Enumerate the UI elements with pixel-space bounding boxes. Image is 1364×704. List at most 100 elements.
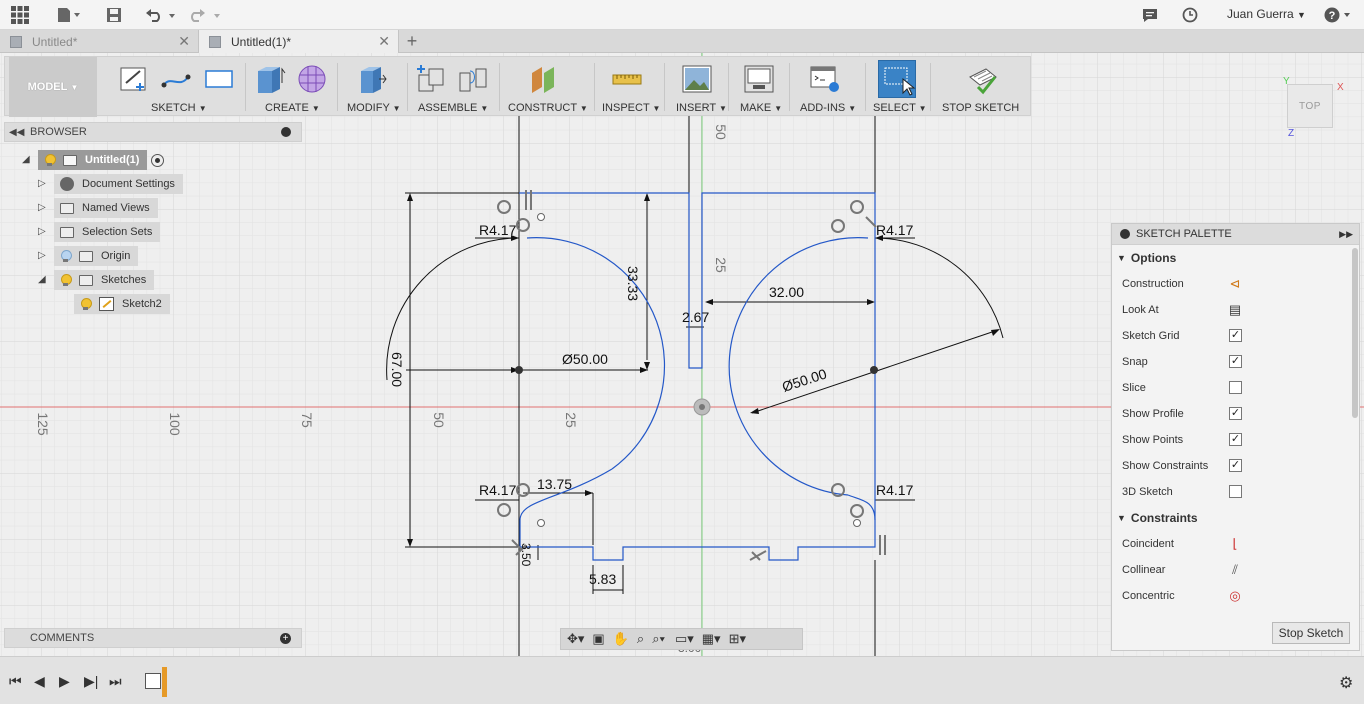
concentric-icon[interactable]: ◎ xyxy=(1227,588,1243,604)
redo-icon[interactable] xyxy=(188,5,222,25)
construction-icon[interactable]: ⊲ xyxy=(1227,276,1243,292)
palette-header[interactable]: SKETCH PALETTE ▶▶ xyxy=(1112,224,1359,245)
clock-icon[interactable] xyxy=(1180,5,1200,25)
rectangle-icon[interactable] xyxy=(203,63,235,95)
gear-icon[interactable]: ⚙ xyxy=(1339,673,1353,693)
close-icon[interactable]: ✕ xyxy=(378,33,390,50)
extrude-icon[interactable] xyxy=(254,63,286,95)
step-forward-icon[interactable]: ▶| xyxy=(84,673,98,690)
workspace-switcher[interactable]: MODEL ▼ xyxy=(9,57,97,117)
timeline-marker[interactable] xyxy=(162,667,167,697)
sketch-grid-checkbox[interactable]: ✓ xyxy=(1229,329,1242,342)
chat-icon[interactable] xyxy=(1140,5,1160,25)
create-sketch-icon[interactable] xyxy=(118,63,150,95)
look-at-icon[interactable]: ▤ xyxy=(1227,302,1243,318)
show-points-checkbox[interactable]: ✓ xyxy=(1229,433,1242,446)
tree-root[interactable]: ◢ Untitled(1) xyxy=(22,150,165,170)
tree-item-named-views[interactable]: ▷ Named Views xyxy=(38,198,158,218)
collapsed-icon[interactable]: ▷ xyxy=(38,226,48,238)
constraint-concentric[interactable]: Concentric ◎ xyxy=(1112,583,1359,609)
modify-menu[interactable]: MODIFY ▼ xyxy=(347,102,401,114)
timeline-sketch-icon[interactable] xyxy=(145,673,161,689)
viewports-icon[interactable]: ⊞▾ xyxy=(729,631,746,647)
minus-icon[interactable] xyxy=(1120,229,1130,239)
constraint-coincident[interactable]: Coincident ⌊ xyxy=(1112,531,1359,557)
undo-icon[interactable] xyxy=(143,5,177,25)
new-component-icon[interactable] xyxy=(415,63,447,95)
scripts-icon[interactable] xyxy=(809,63,841,95)
play-icon[interactable]: ▶ xyxy=(59,673,70,690)
file-icon[interactable] xyxy=(55,5,83,25)
add-comment-icon[interactable]: + xyxy=(280,633,291,644)
constraint-collinear[interactable]: Collinear ⫽ xyxy=(1112,557,1359,583)
collapsed-icon[interactable]: ▷ xyxy=(38,250,48,262)
stop-sketch-button[interactable]: Stop Sketch xyxy=(1272,622,1350,644)
show-constraints-checkbox[interactable]: ✓ xyxy=(1229,459,1242,472)
help-icon[interactable]: ? xyxy=(1323,5,1353,25)
assemble-menu[interactable]: ASSEMBLE ▼ xyxy=(418,102,488,114)
pan-icon[interactable]: ✋ xyxy=(613,631,629,647)
insert-menu[interactable]: INSERT ▼ xyxy=(676,102,727,114)
lightbulb-icon[interactable] xyxy=(80,297,92,311)
tab-untitled-1[interactable]: Untitled(1)* ✕ xyxy=(199,30,399,53)
construct-menu[interactable]: CONSTRUCT ▼ xyxy=(508,102,588,114)
expanded-icon[interactable]: ◢ xyxy=(22,154,32,166)
save-icon[interactable] xyxy=(104,5,124,25)
root-node[interactable]: Untitled(1) xyxy=(38,150,148,170)
measure-icon[interactable] xyxy=(611,63,643,95)
tree-item-selection-sets[interactable]: ▷ Selection Sets xyxy=(38,222,161,242)
zoom-icon[interactable]: ⌕ xyxy=(637,631,644,647)
form-icon[interactable] xyxy=(296,63,328,95)
offset-plane-icon[interactable] xyxy=(528,63,560,95)
tree-item-origin[interactable]: ▷ Origin xyxy=(38,246,139,266)
stop-sketch-icon[interactable] xyxy=(966,63,998,95)
constraints-section[interactable]: ▼ Constraints xyxy=(1112,505,1359,531)
lightbulb-icon[interactable] xyxy=(44,153,56,167)
step-back-icon[interactable]: ◀ xyxy=(34,673,45,690)
palette-scrollbar[interactable] xyxy=(1352,248,1358,418)
press-pull-icon[interactable] xyxy=(355,63,387,95)
stop-sketch-button[interactable]: STOP SKETCH xyxy=(942,102,1019,114)
close-icon[interactable]: ✕ xyxy=(178,33,190,50)
go-to-end-icon[interactable]: ⏭ xyxy=(109,673,122,690)
comments-panel-header[interactable]: COMMENTS + xyxy=(4,628,302,648)
inspect-menu[interactable]: INSPECT ▼ xyxy=(602,102,660,114)
tab-untitled[interactable]: Untitled* ✕ xyxy=(0,30,199,53)
show-profile-checkbox[interactable]: ✓ xyxy=(1229,407,1242,420)
look-at-icon[interactable]: ▣ xyxy=(592,631,604,647)
coincident-icon[interactable]: ⌊ xyxy=(1227,536,1243,552)
joint-icon[interactable] xyxy=(457,63,489,95)
line-icon[interactable] xyxy=(160,63,192,95)
snap-checkbox[interactable]: ✓ xyxy=(1229,355,1242,368)
make-menu[interactable]: MAKE ▼ xyxy=(740,102,782,114)
orbit-icon[interactable]: ✥▾ xyxy=(567,631,584,647)
select-menu[interactable]: SELECT ▼ xyxy=(873,102,927,114)
collapse-left-icon[interactable]: ◀◀ xyxy=(9,127,24,138)
viewcube[interactable]: TOP xyxy=(1287,84,1333,128)
user-menu[interactable]: Juan Guerra ▼ xyxy=(1227,7,1306,21)
slice-checkbox[interactable] xyxy=(1229,381,1242,394)
radio-active-icon[interactable] xyxy=(151,153,165,167)
select-icon[interactable] xyxy=(878,60,916,98)
addins-menu[interactable]: ADD-INS ▼ xyxy=(800,102,856,114)
collapsed-icon[interactable]: ▷ xyxy=(38,202,48,214)
display-settings-icon[interactable]: ▭▾ xyxy=(675,631,694,647)
new-tab-button[interactable]: + xyxy=(400,30,424,53)
sketch-menu[interactable]: SKETCH ▼ xyxy=(151,102,207,114)
grid-apps-icon[interactable] xyxy=(9,5,31,25)
fit-icon[interactable]: ⌕▾ xyxy=(652,631,665,647)
expanded-icon[interactable]: ◢ xyxy=(38,274,48,286)
grid-settings-icon[interactable]: ▦▾ xyxy=(702,631,721,647)
lightbulb-icon[interactable] xyxy=(60,273,72,287)
3d-print-icon[interactable] xyxy=(743,63,775,95)
lightbulb-icon[interactable] xyxy=(60,249,72,263)
insert-image-icon[interactable] xyxy=(681,63,713,95)
tree-item-document-settings[interactable]: ▷ Document Settings xyxy=(38,174,183,194)
expand-icon[interactable]: ▶▶ xyxy=(1339,229,1353,240)
3d-sketch-checkbox[interactable] xyxy=(1229,485,1242,498)
minus-icon[interactable] xyxy=(281,127,291,137)
browser-panel-header[interactable]: ◀◀ BROWSER xyxy=(4,122,302,142)
go-to-start-icon[interactable]: ⏮ xyxy=(9,673,22,690)
tree-item-sketches[interactable]: ◢ Sketches xyxy=(38,270,155,290)
create-menu[interactable]: CREATE ▼ xyxy=(265,102,320,114)
